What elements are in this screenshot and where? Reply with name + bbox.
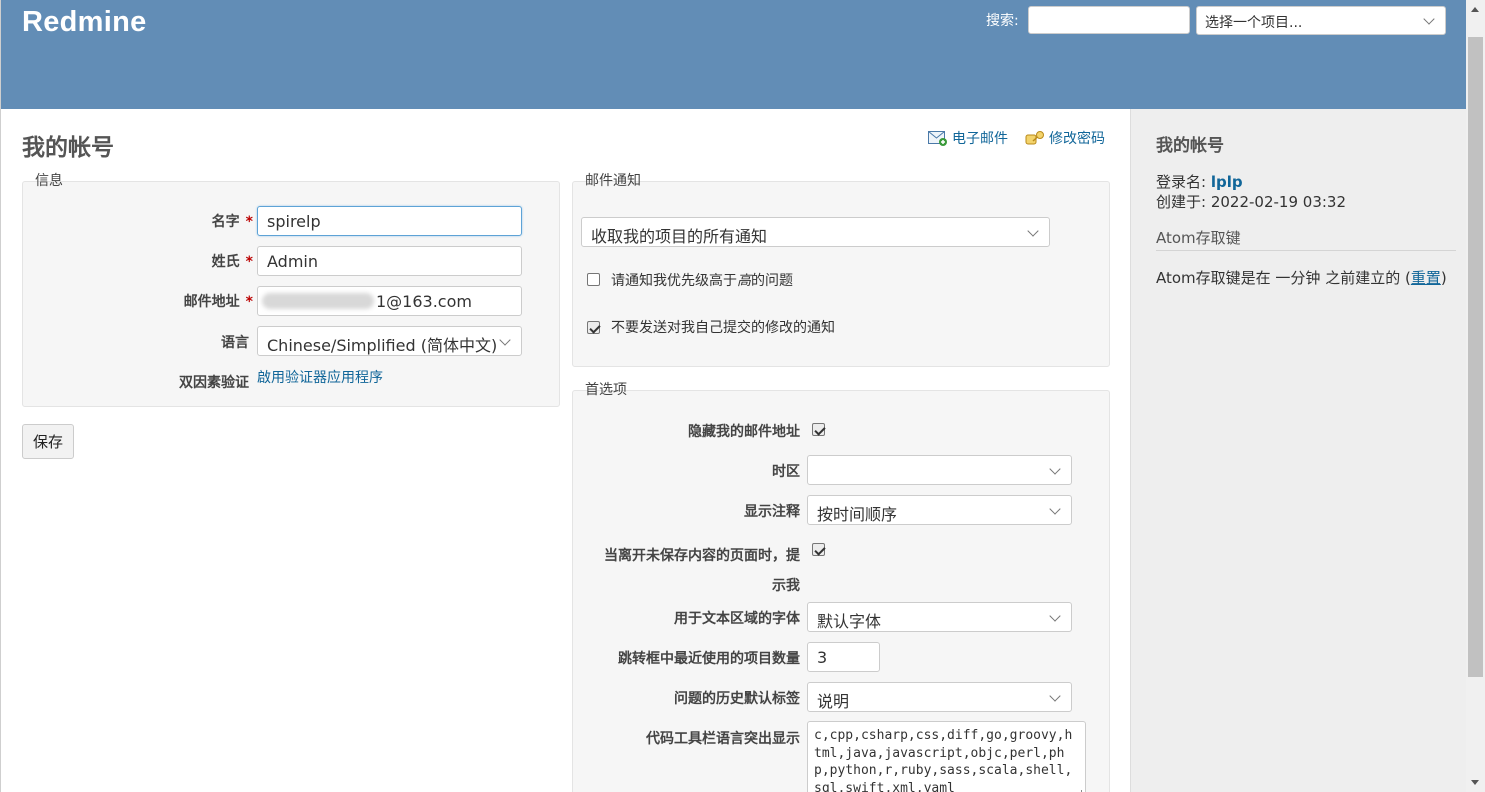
warn-unsaved-label: 当离开未保存内容的页面时，提 示我 [583,541,800,601]
firstname-label-text: 名字 [211,214,240,230]
mail-notification-select[interactable]: 收取我的项目的所有通知 [581,217,1050,247]
chevron-down-icon [1049,690,1061,702]
atom-key-reset-link[interactable]: 重置 [1411,269,1441,287]
toolbar-language-textarea[interactable]: c,cpp,csharp,css,diff,go,groovy,html,jav… [807,721,1086,792]
textarea-font-select[interactable]: 默认字体 [807,602,1072,632]
history-tab-select[interactable]: 说明 [807,682,1072,712]
sidebar: 我的帐号 登录名: lplp 创建于: 2022-02-19 03:32 Ato… [1130,109,1466,792]
atom-key-text: Atom存取键是在 一分钟 之前建立的 ( [1156,269,1411,287]
warn-unsaved-label-line2: 示我 [772,578,800,594]
warn-unsaved-checkbox[interactable] [812,543,825,556]
notify-high-priority-checkbox[interactable] [587,273,600,286]
required-mark: * [245,294,253,310]
firstname-label: 名字 * [63,211,253,231]
app-window: Redmine 搜索: 选择一个项目... 我的帐号 电子邮件 修改密码 信息 … [0,0,1466,792]
chevron-down-icon [1049,610,1061,622]
comments-order-label: 显示注释 [744,504,800,520]
sidebar-created: 创建于: 2022-02-19 03:32 [1156,191,1346,212]
project-jump-select-value: 选择一个项目... [1205,15,1303,31]
notify-high-priority-value: 高 [737,273,751,289]
email-link-label: 电子邮件 [952,131,1008,147]
change-password-link[interactable]: 修改密码 [1025,128,1105,148]
history-tab-label: 问题的历史默认标签 [674,691,800,707]
history-tab-select-value: 说明 [817,692,850,711]
notify-high-priority-text: 请通知我优先级高于 [611,273,737,289]
warn-unsaved-label-line1: 当离开未保存内容的页面时，提 [604,548,800,564]
required-mark: * [245,214,253,230]
mail-input-value: 1@163.com [376,292,472,311]
no-self-notified-checkbox[interactable] [587,321,600,334]
created-label: 创建于: [1156,193,1207,211]
chevron-down-icon [499,334,511,346]
scroll-up-arrow-icon[interactable] [1471,7,1479,12]
logo[interactable]: Redmine [22,6,147,39]
chevron-down-icon [1423,13,1435,25]
lastname-input[interactable]: Admin [257,246,522,276]
save-button[interactable]: 保存 [22,424,75,459]
textarea-font-select-value: 默认字体 [817,612,882,631]
required-mark: * [245,254,253,270]
preferences-fieldset: 首选项 隐藏我的邮件地址 时区 显示注释 按时间顺序 当离开未保存内容的页面时，… [572,382,1110,792]
toolbar-language-value: c,cpp,csharp,css,diff,go,groovy,html,jav… [814,728,1073,792]
atom-key-close: ) [1440,269,1447,287]
project-jump-select[interactable]: 选择一个项目... [1196,6,1446,35]
mail-notification-legend: 邮件通知 [581,173,645,189]
no-self-notified-label: 不要发送对我自己提交的修改的通知 [611,320,835,336]
mail-label: 邮件地址 * [63,291,253,311]
hide-mail-checkbox[interactable] [812,423,825,436]
key-icon [1025,131,1044,145]
chevron-down-icon [1027,225,1039,237]
main-content: 我的帐号 电子邮件 修改密码 信息 名字 * spirelp 姓氏 * Admi… [1,109,1130,792]
search-label: 搜索: [986,13,1019,29]
language-select-value: Chinese/Simplified (简体中文) [267,336,498,355]
comments-order-select[interactable]: 按时间顺序 [807,495,1072,525]
info-fieldset: 信息 名字 * spirelp 姓氏 * Admin 邮件地址 * 1@163.com… [22,173,560,407]
info-legend: 信息 [31,173,67,189]
atom-key-heading: Atom存取键 [1156,227,1456,251]
login-label: 登录名: [1156,173,1207,191]
atom-key-info: Atom存取键是在 一分钟 之前建立的 (重置) [1156,267,1447,288]
email-link[interactable]: 电子邮件 [928,128,1008,148]
language-select[interactable]: Chinese/Simplified (简体中文) [257,326,522,356]
created-value: 2022-02-19 03:32 [1210,193,1347,211]
recent-projects-input[interactable]: 3 [807,642,880,672]
twofa-enable-link[interactable]: 啟用验证器应用程序 [257,367,383,387]
scrollbar-thumb[interactable] [1468,37,1483,677]
mail-label-text: 邮件地址 [183,294,240,310]
mail-input[interactable]: 1@163.com [257,286,522,316]
timezone-label: 时区 [772,464,800,480]
scroll-down-arrow-icon[interactable] [1471,780,1479,785]
twofa-label: 双因素验证 [179,375,249,391]
comments-order-select-value: 按时间顺序 [817,505,898,524]
mail-notification-fieldset: 邮件通知 收取我的项目的所有通知 请通知我优先级高于高的问题 不要发送对我自己提… [572,173,1110,367]
search-input[interactable] [1028,6,1190,34]
mail-redaction [262,293,374,309]
firstname-input[interactable]: spirelp [257,206,522,236]
notify-high-priority-suffix: 的问题 [751,273,793,289]
change-password-label: 修改密码 [1049,131,1105,147]
timezone-select[interactable] [807,455,1072,485]
language-label: 语言 [221,335,249,351]
hide-mail-label: 隐藏我的邮件地址 [688,424,800,440]
preferences-legend: 首选项 [581,382,631,398]
top-header: Redmine 搜索: 选择一个项目... [1,0,1466,109]
textarea-font-label: 用于文本区域的字体 [674,611,800,627]
mail-notification-select-value: 收取我的项目的所有通知 [591,227,768,246]
recent-projects-label: 跳转框中最近使用的项目数量 [618,651,800,667]
login-user-link[interactable]: lplp [1211,173,1243,191]
sidebar-title: 我的帐号 [1156,136,1224,156]
lastname-label-text: 姓氏 [211,254,240,270]
sidebar-login: 登录名: lplp [1156,171,1243,192]
chevron-down-icon [1049,463,1061,475]
lastname-label: 姓氏 * [63,251,253,271]
notify-high-priority-label: 请通知我优先级高于高的问题 [611,270,793,290]
email-icon [928,131,947,146]
page-title: 我的帐号 [22,135,114,161]
chevron-down-icon [1049,503,1061,515]
page-scrollbar[interactable] [1466,0,1485,792]
toolbar-language-label: 代码工具栏语言突出显示 [646,731,800,747]
